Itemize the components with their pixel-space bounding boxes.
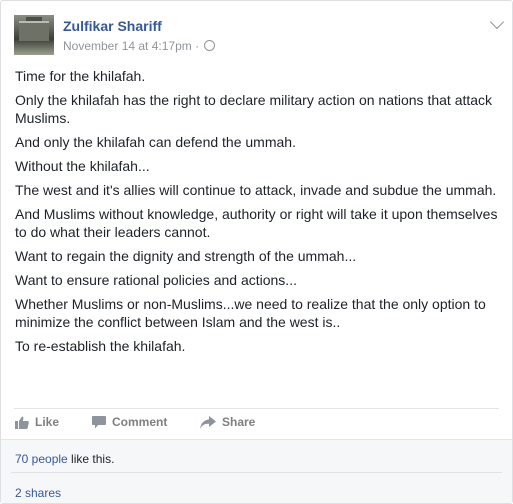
thumbs-up-icon <box>15 416 29 429</box>
shares-link[interactable]: 2 shares <box>15 486 61 500</box>
post-body: Time for the khilafah. Only the khilafah… <box>15 67 507 361</box>
likes-people-link[interactable]: 70 people <box>15 452 68 466</box>
actions-divider <box>14 408 499 409</box>
post-paragraph: Want to ensure rational policies and act… <box>15 272 297 288</box>
post-paragraph: Without the khilafah... <box>15 158 150 174</box>
post-paragraph: And Muslims without knowledge, authority… <box>15 206 498 240</box>
author-avatar[interactable] <box>14 15 54 55</box>
comment-button[interactable]: Comment <box>92 415 167 429</box>
post-header: Zulfikar Shariff November 14 at 4:17pm · <box>14 14 505 57</box>
chevron-down-icon[interactable] <box>489 14 505 30</box>
comment-label: Comment <box>112 415 168 429</box>
post-paragraph: The west and it's allies will continue t… <box>15 182 497 198</box>
post-paragraph: Want to regain the dignity and strength … <box>15 248 357 264</box>
like-button[interactable]: Like <box>15 415 59 429</box>
comment-icon <box>92 415 106 428</box>
post-paragraph: To re-establish the khilafah. <box>15 338 186 354</box>
post-paragraph: Only the khilafah has the right to decla… <box>15 92 493 126</box>
share-icon <box>200 415 216 429</box>
likes-summary: 70 people like this. <box>15 452 114 466</box>
author-name[interactable]: Zulfikar Shariff <box>63 18 162 34</box>
share-label: Share <box>222 415 256 429</box>
post-card: Zulfikar Shariff November 14 at 4:17pm ·… <box>0 0 513 504</box>
post-meta: November 14 at 4:17pm · <box>63 39 216 53</box>
post-paragraph: Whether Muslims or non-Muslims...we need… <box>15 296 486 330</box>
meta-separator: · <box>195 39 200 53</box>
likes-suffix: like this. <box>67 452 115 466</box>
globe-icon <box>204 40 216 51</box>
post-footer: 70 people like this. 2 shares <box>1 439 512 503</box>
post-paragraph: Time for the khilafah. <box>15 68 146 84</box>
like-label: Like <box>35 415 60 429</box>
post-paragraph: And only the khilafah can defend the umm… <box>15 134 296 150</box>
post-timestamp[interactable]: November 14 at 4:17pm <box>63 39 192 53</box>
footer-divider <box>11 472 502 473</box>
share-button[interactable]: Share <box>200 415 255 429</box>
